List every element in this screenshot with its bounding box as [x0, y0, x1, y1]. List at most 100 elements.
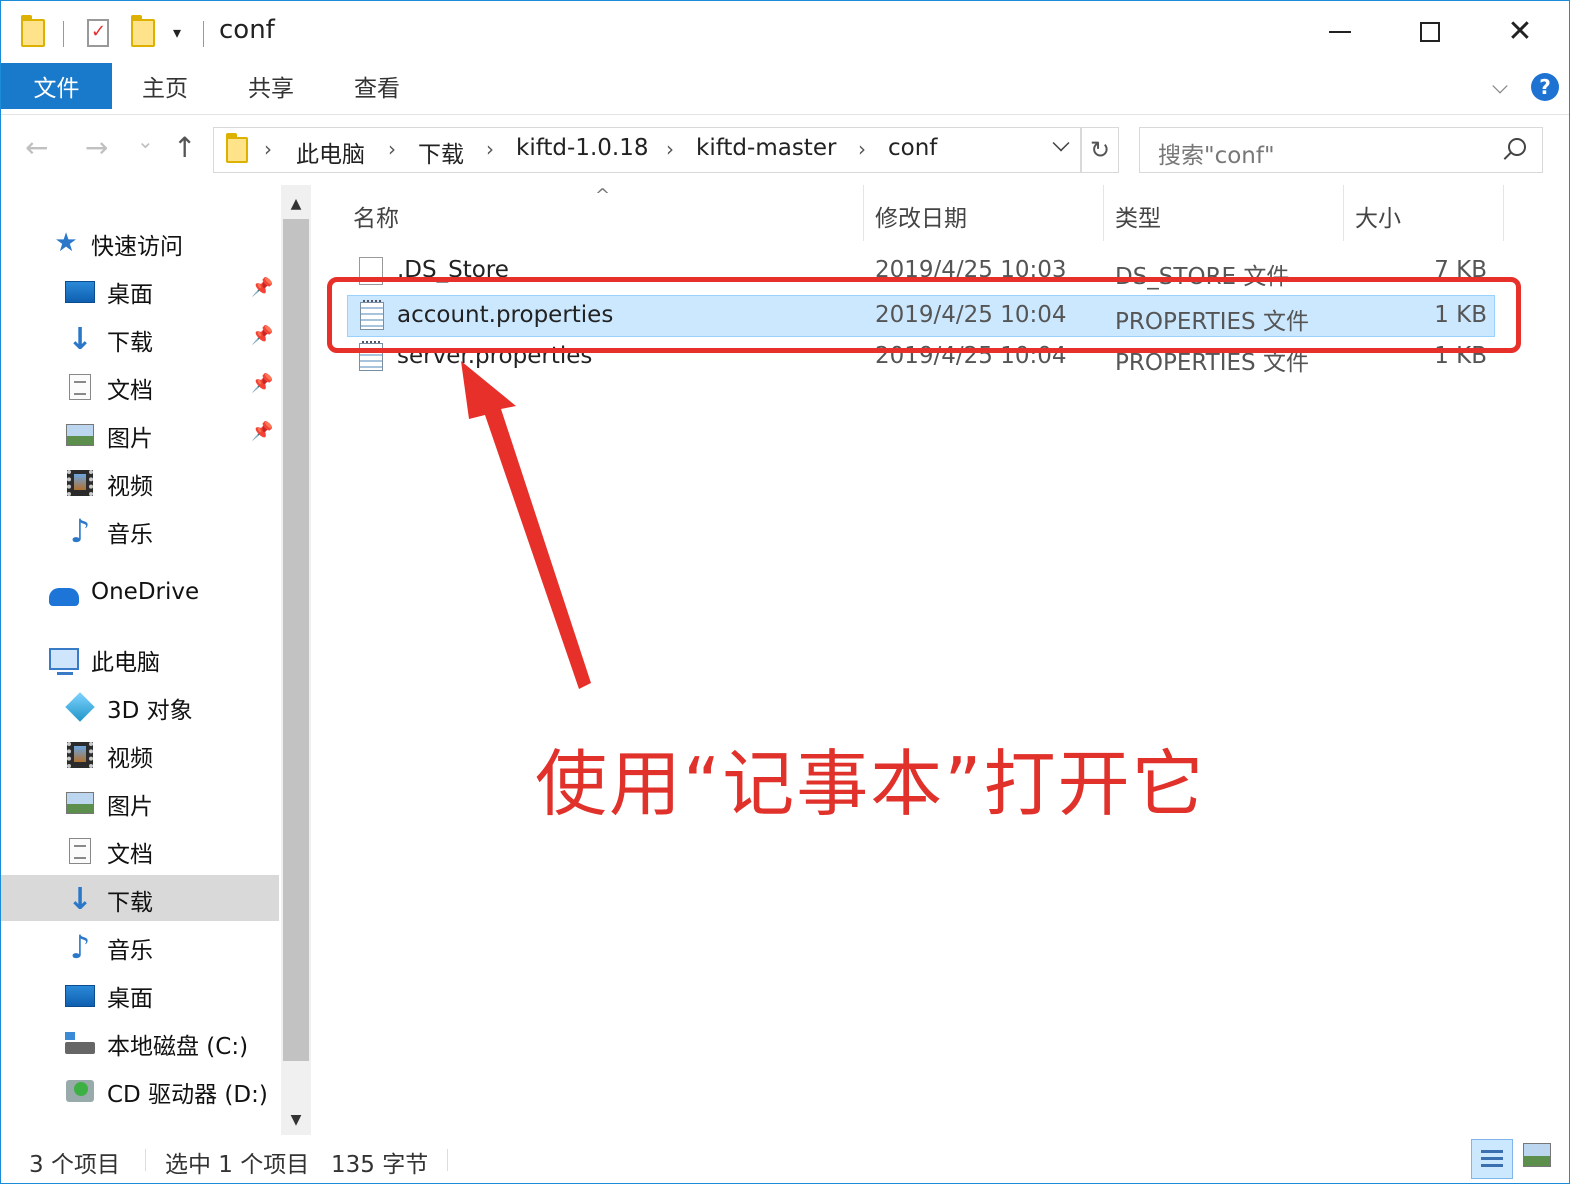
sidebar-item-videos[interactable]: 视频 — [1, 459, 279, 505]
column-header-name[interactable]: 名称 — [353, 199, 399, 233]
search-icon[interactable] — [1508, 138, 1526, 156]
breadcrumb-separator-icon[interactable]: › — [858, 137, 866, 161]
sidebar-item-music[interactable]: ♪ 音乐 — [1, 507, 279, 553]
breadcrumb-conf[interactable]: conf — [888, 135, 937, 161]
minimize-button[interactable] — [1295, 9, 1385, 55]
tab-home[interactable]: 主页 — [113, 63, 217, 109]
scrollbar-thumb[interactable] — [283, 219, 309, 1061]
search-box[interactable]: 搜索"conf" — [1139, 127, 1543, 173]
title-bar: ▾ conf ✕ — [1, 1, 1569, 63]
sidebar-item-pictures[interactable]: 图片 📌 — [1, 411, 279, 457]
close-icon: ✕ — [1507, 14, 1533, 49]
navigation-bar: ← → ⌄ ↑ › 此电脑 › 下载 › kiftd-1.0.18 › kift… — [1, 115, 1569, 185]
sidebar-item-3d-objects[interactable]: 3D 对象 — [1, 683, 279, 729]
download-icon: ↓ — [67, 881, 93, 917]
sidebar-item-label: 本地磁盘 (C:) — [107, 1034, 249, 1060]
breadcrumb-kiftd-master[interactable]: kiftd-master — [696, 135, 836, 161]
maximize-button[interactable] — [1385, 9, 1475, 55]
video-icon — [65, 469, 95, 497]
expand-ribbon-icon[interactable] — [1492, 78, 1508, 94]
sidebar-item-pc-pictures[interactable]: 图片 — [1, 779, 279, 825]
sidebar-item-local-disk-c[interactable]: 本地磁盘 (C:) — [1, 1019, 279, 1065]
sidebar-item-this-pc[interactable]: 此电脑 — [1, 635, 279, 681]
breadcrumb-kiftd-1-0-18[interactable]: kiftd-1.0.18 — [516, 135, 648, 161]
sidebar-item-documents[interactable]: 文档 📌 — [1, 363, 279, 409]
picture-icon — [65, 789, 95, 817]
breadcrumb-separator-icon[interactable]: › — [486, 137, 494, 161]
pin-icon[interactable]: 📌 — [251, 277, 273, 298]
sidebar-item-label: 文档 — [107, 842, 153, 868]
hard-drive-icon — [65, 1029, 95, 1057]
divider — [145, 1149, 146, 1171]
sidebar-item-desktop[interactable]: 桌面 📌 — [1, 267, 279, 313]
sidebar-item-label: 快速访问 — [91, 234, 183, 260]
divider[interactable] — [1503, 185, 1504, 241]
sidebar-scrollbar[interactable]: ▲ ▼ — [281, 185, 311, 1135]
status-item-count: 3 个项目 — [29, 1152, 120, 1178]
column-header-modified[interactable]: 修改日期 — [875, 199, 967, 233]
video-icon — [65, 741, 95, 769]
breadcrumb-separator-icon[interactable]: › — [666, 137, 674, 161]
help-icon[interactable]: ? — [1531, 73, 1559, 101]
sidebar-item-onedrive[interactable]: OneDrive — [1, 571, 279, 617]
sidebar-item-label: CD 驱动器 (D:) — [107, 1082, 268, 1108]
sidebar-item-pc-videos[interactable]: 视频 — [1, 731, 279, 777]
up-button[interactable]: ↑ — [173, 131, 196, 164]
sidebar-item-pc-downloads[interactable]: ↓ 下载 — [1, 875, 279, 921]
cd-drive-icon — [65, 1077, 95, 1105]
back-button[interactable]: ← — [25, 131, 48, 164]
sidebar-item-pc-desktop[interactable]: 桌面 — [1, 971, 279, 1017]
details-view-icon[interactable] — [1471, 1139, 1513, 1179]
document-icon — [65, 373, 95, 401]
window-title: conf — [219, 15, 275, 45]
sidebar-item-label: 视频 — [107, 746, 153, 772]
divider[interactable] — [1103, 185, 1104, 241]
desktop-icon — [65, 981, 95, 1009]
new-folder-icon[interactable] — [131, 15, 155, 47]
breadcrumb-this-pc[interactable]: 此电脑 — [296, 135, 365, 169]
download-icon: ↓ — [67, 321, 93, 357]
sidebar-item-label: 下载 — [107, 890, 153, 916]
tab-file[interactable]: 文件 — [1, 63, 112, 109]
scroll-up-icon[interactable]: ▲ — [281, 189, 311, 219]
sidebar-item-pc-music[interactable]: ♪ 音乐 — [1, 923, 279, 969]
breadcrumb-separator-icon[interactable]: › — [264, 137, 272, 161]
sidebar-item-label: 文档 — [107, 378, 153, 404]
pin-icon[interactable]: 📌 — [251, 325, 273, 346]
cloud-icon — [49, 581, 79, 609]
properties-icon[interactable] — [87, 19, 109, 47]
divider — [63, 21, 64, 47]
column-header-type[interactable]: 类型 — [1115, 199, 1161, 233]
sidebar-item-label: 下载 — [107, 330, 153, 356]
tab-share[interactable]: 共享 — [219, 63, 323, 109]
picture-icon — [65, 421, 95, 449]
music-icon: ♪ — [69, 928, 91, 966]
column-header-size[interactable]: 大小 — [1355, 199, 1401, 233]
folder-icon — [226, 133, 248, 163]
sidebar-item-quick-access[interactable]: ★ 快速访问 — [1, 219, 279, 265]
pin-icon[interactable]: 📌 — [251, 421, 273, 442]
scroll-down-icon[interactable]: ▼ — [281, 1105, 311, 1135]
refresh-button[interactable]: ↻ — [1081, 127, 1119, 173]
tab-view[interactable]: 查看 — [325, 63, 429, 109]
divider[interactable] — [1343, 185, 1344, 241]
sidebar-item-cd-drive-d[interactable]: CD 驱动器 (D:) — [1, 1067, 279, 1113]
recent-locations-button[interactable]: ⌄ — [137, 129, 154, 153]
breadcrumb-downloads[interactable]: 下载 — [418, 135, 464, 169]
annotation-arrow — [461, 361, 591, 689]
cube-icon — [65, 692, 95, 722]
status-selection: 选中 1 个项目 — [165, 1152, 310, 1178]
divider[interactable] — [863, 185, 864, 241]
breadcrumb-separator-icon[interactable]: › — [388, 137, 396, 161]
divider — [203, 21, 204, 47]
address-bar[interactable]: › 此电脑 › 下载 › kiftd-1.0.18 › kiftd-master… — [213, 127, 1081, 173]
sidebar-item-label: 视频 — [107, 474, 153, 500]
pin-icon[interactable]: 📌 — [251, 373, 273, 394]
large-icons-view-icon[interactable] — [1523, 1143, 1551, 1167]
sidebar-item-pc-documents[interactable]: 文档 — [1, 827, 279, 873]
close-button[interactable]: ✕ — [1475, 9, 1565, 55]
forward-button[interactable]: → — [85, 131, 108, 164]
divider — [447, 1149, 448, 1171]
sidebar-item-downloads[interactable]: ↓ 下载 📌 — [1, 315, 279, 361]
quick-access-dropdown-icon[interactable]: ▾ — [173, 23, 181, 42]
